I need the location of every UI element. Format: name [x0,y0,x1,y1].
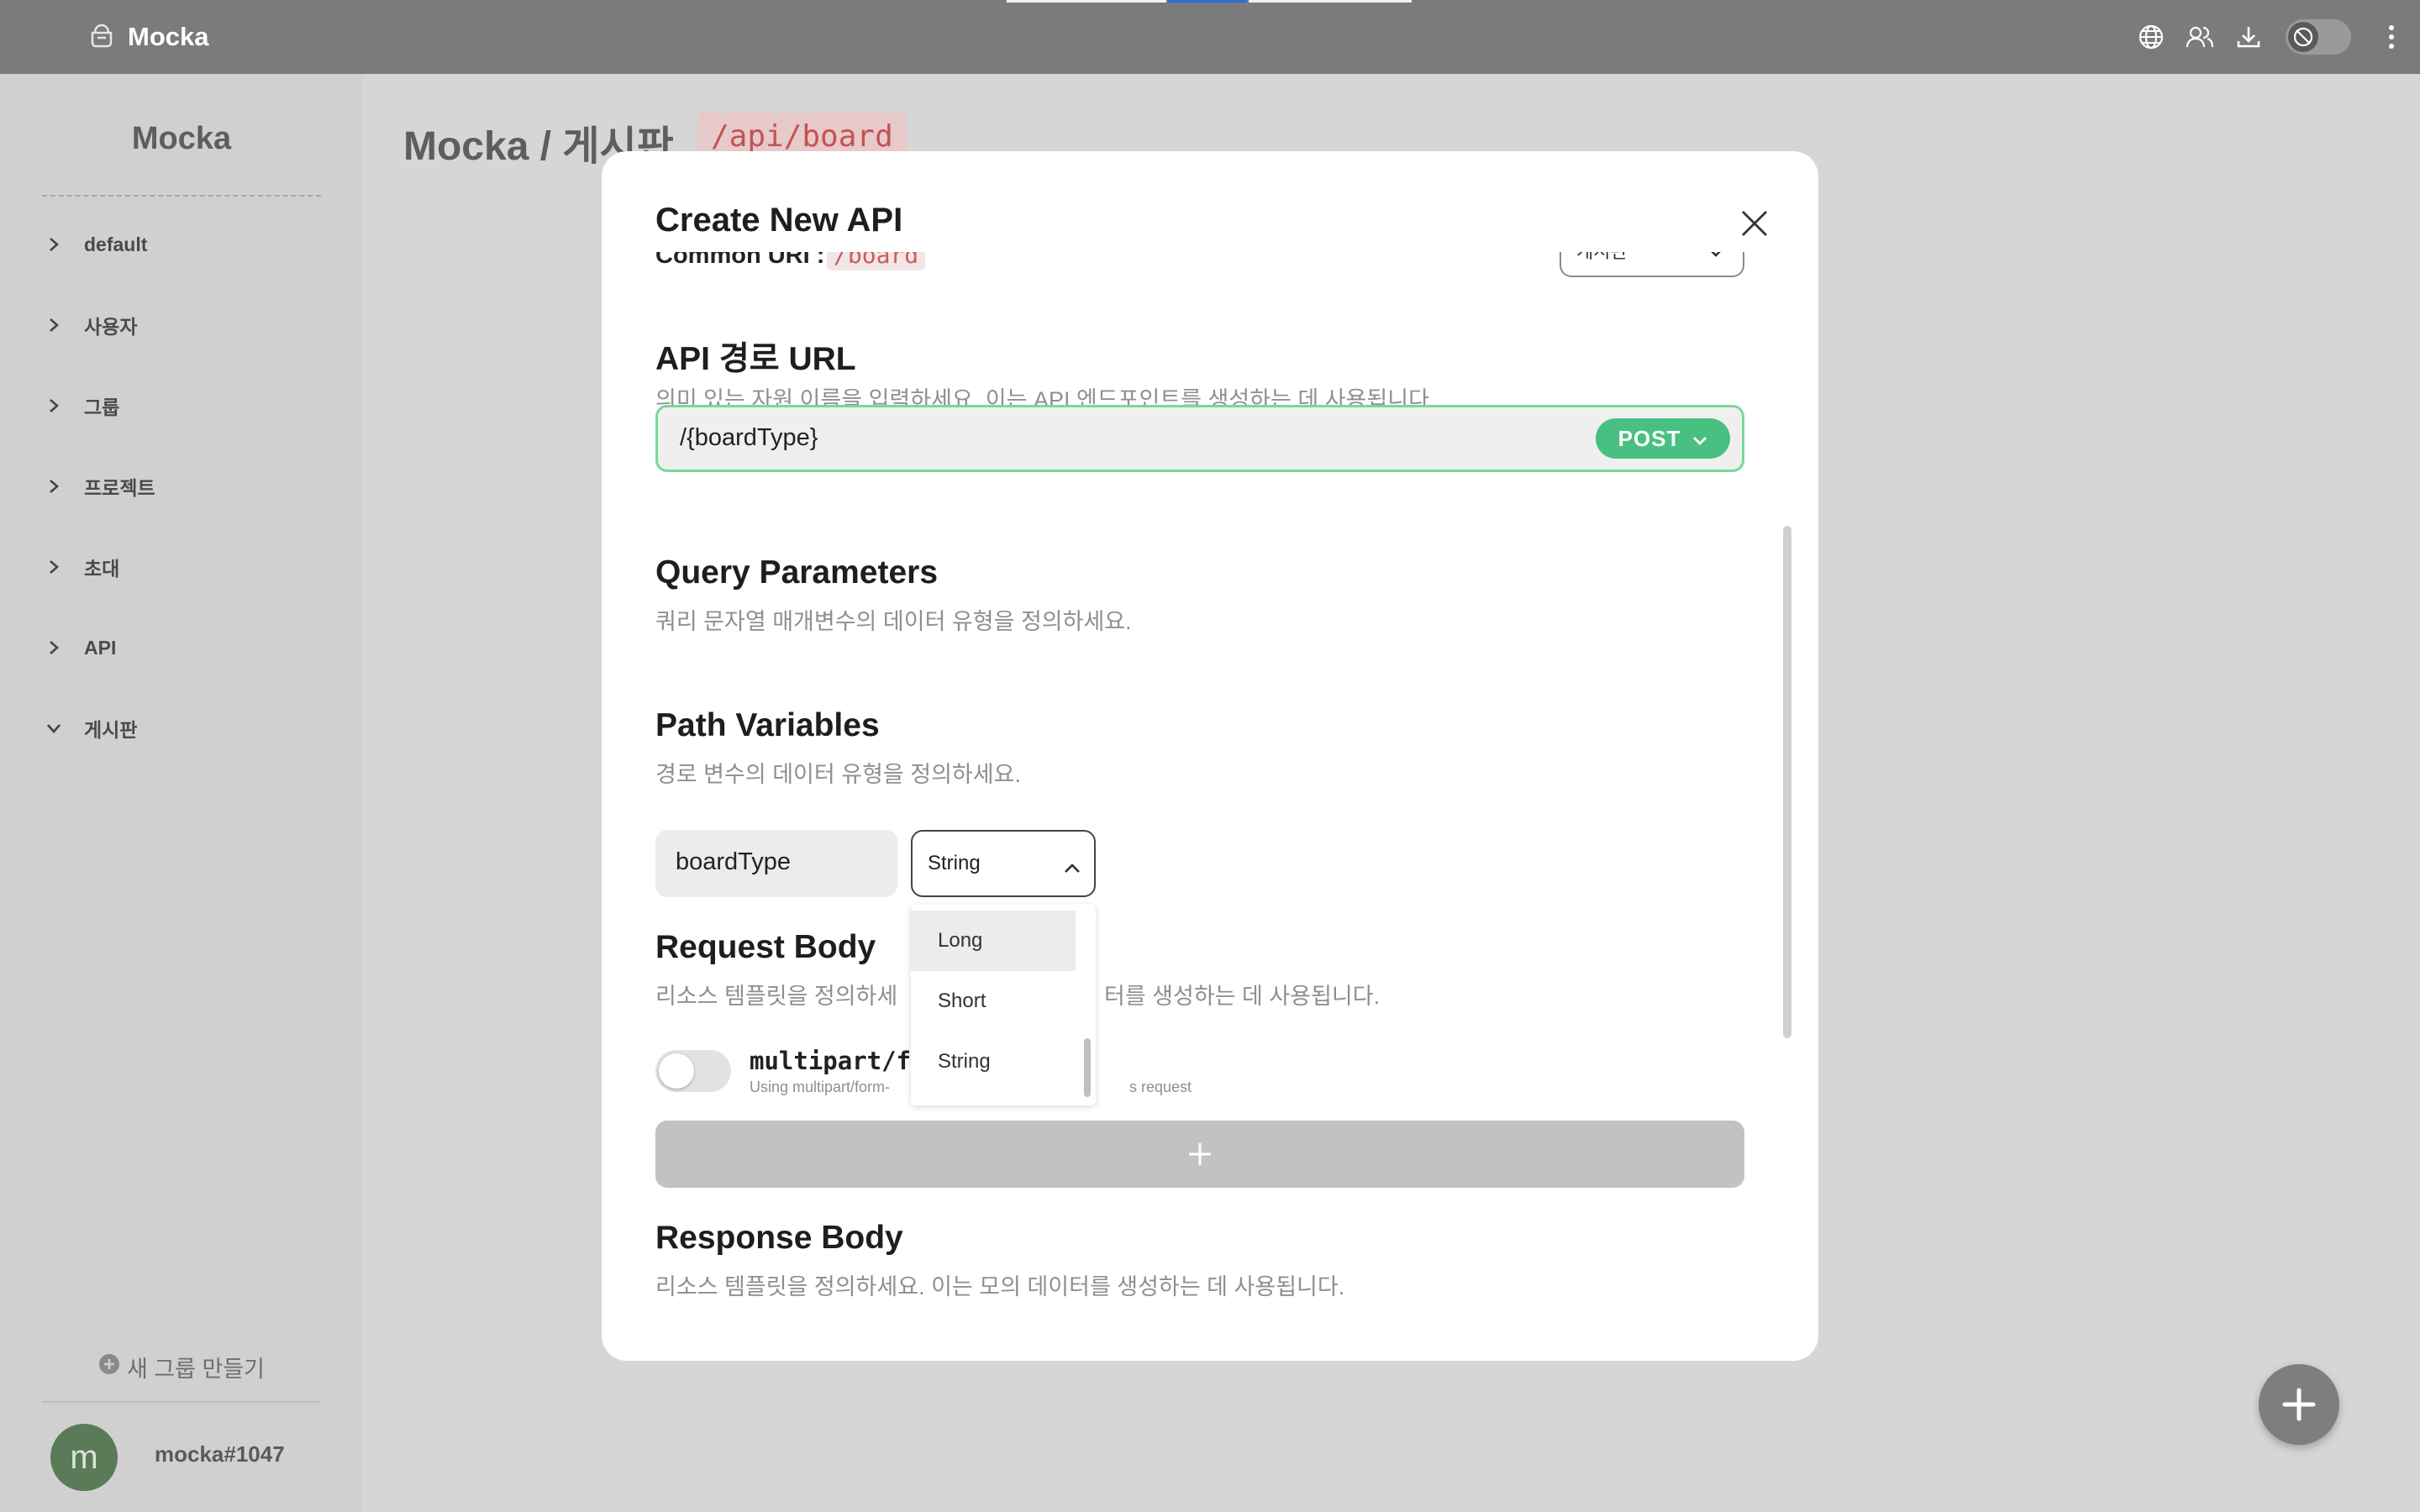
response-body-title: Response Body [655,1220,903,1256]
chevron-down-icon [1692,426,1707,452]
more-vertical-icon[interactable] [2376,22,2407,52]
api-url-value: /{boardType} [680,424,818,451]
username[interactable]: mocka#1047 [155,1441,285,1467]
theme-toggle[interactable] [2286,19,2351,55]
progress-segment [1168,0,1247,3]
plus-icon [1189,1143,1211,1165]
type-dropdown-list: Long Short String [911,904,1096,1105]
multipart-toggle[interactable] [655,1050,731,1092]
path-variable-type-value: String [928,852,981,874]
sidebar-item-groups[interactable]: 그룹 [45,389,119,423]
chevron-right-icon [45,559,62,575]
loading-progress [1007,0,1412,3]
request-body-title: Request Body [655,929,876,965]
toggle-knob [659,1053,694,1089]
sidebar-item-label: 사용자 [84,316,138,338]
sidebar-item-board[interactable]: 게시판 [45,711,137,745]
sidebar-item-label: default [84,233,148,255]
download-icon[interactable] [2233,22,2264,52]
path-variable-name[interactable]: boardType [655,830,897,897]
http-method-select[interactable]: POST [1596,418,1730,459]
sidebar-item-users[interactable]: 사용자 [45,308,137,342]
path-variables-desc: 경로 변수의 데이터 유형을 정의하세요. [655,762,1021,787]
multipart-desc: Using multipart/form- [750,1079,891,1095]
top-bar: Mocka [0,0,2420,74]
response-body-desc: 리소스 템플릿을 정의하세요. 이는 모의 데이터를 생성하는 데 사용됩니다. [655,1274,1345,1299]
dropdown-option-string[interactable]: String [911,1032,1076,1092]
dropdown-scrollbar[interactable] [1084,1038,1091,1097]
close-icon[interactable] [1738,207,1771,240]
sidebar-item-label: 게시판 [84,719,138,741]
new-group-button[interactable]: 새 그룹 만들기 [0,1351,363,1383]
path-variables-title: Path Variables [655,707,880,743]
chevron-right-icon [45,236,62,253]
sidebar-item-default[interactable]: default [45,228,147,261]
path-variable-type-select[interactable]: String [911,830,1096,897]
sidebar-item-projects[interactable]: 프로젝트 [45,470,155,503]
chevron-right-icon [45,317,62,333]
avatar[interactable]: m [50,1424,118,1491]
brand[interactable]: Mocka [87,18,208,55]
chevron-right-icon [45,397,62,414]
theme-toggle-knob [2288,22,2318,52]
chevron-down-icon [1707,252,1724,264]
new-group-label: 새 그룹 만들기 [126,1357,266,1382]
group-select[interactable]: 게시판 [1560,252,1744,277]
plus-circle-icon [98,1353,120,1381]
query-params-desc: 쿼리 문자열 매개변수의 데이터 유형을 정의하세요. [655,609,1132,634]
chevron-right-icon [45,478,62,495]
multipart-desc-tail: s request [1129,1079,1192,1095]
query-params-title: Query Parameters [655,554,939,591]
globe-icon[interactable] [2136,22,2166,52]
group-select-value: 게시판 [1576,252,1628,264]
add-fab-button[interactable] [2259,1364,2339,1445]
request-body-desc: 리소스 템플릿을 정의하세 [655,984,898,1009]
sidebar-title: Mocka [131,121,232,156]
plus-icon [2282,1388,2316,1421]
chevron-up-icon [1064,857,1081,874]
sidebar-item-label: API [84,636,117,659]
chevron-right-icon [45,639,62,656]
api-url-input[interactable]: /{boardType} POST [655,405,1744,472]
request-body-desc-tail: 터를 생성하는 데 사용됩니다. [1104,984,1381,1009]
sidebar-item-label: 그룹 [84,396,120,418]
progress-segment [1249,0,1412,3]
sidebar-divider [42,195,321,197]
http-method-label: POST [1618,425,1681,451]
sidebar-item-label: 초대 [84,558,120,580]
chevron-down-icon [45,720,62,737]
modal-scrollbar[interactable] [1783,526,1791,1038]
progress-segment [1007,0,1166,3]
dropdown-option-short[interactable]: Short [911,971,1076,1032]
sidebar: Mocka default 사용자 그룹 프로젝트 초대 API 게시판 새 그… [0,74,363,1512]
sidebar-divider [42,1401,321,1403]
brand-name: Mocka [128,22,209,51]
no-dark-mode-icon [2293,27,2313,47]
logo-icon [87,21,116,54]
sidebar-item-invite[interactable]: 초대 [45,550,119,584]
add-field-button[interactable] [655,1121,1744,1188]
modal-scroll-area[interactable]: Common URI : /board 게시판 API 경로 URL 의미 있는… [602,252,1818,1336]
dropdown-option-long[interactable]: Long [911,911,1076,971]
modal-title: Create New API [655,202,903,239]
multipart-label: multipart/f [750,1047,912,1075]
users-icon[interactable] [2185,22,2215,52]
common-uri-chip: /board [827,252,926,270]
create-api-modal: Create New API Common URI : /board 게시판 A… [602,151,1818,1361]
sidebar-item-label: 프로젝트 [84,477,155,499]
api-url-title: API 경로 URL [655,341,856,377]
common-uri-label: Common URI : [655,252,825,269]
sidebar-item-api[interactable]: API [45,631,116,664]
